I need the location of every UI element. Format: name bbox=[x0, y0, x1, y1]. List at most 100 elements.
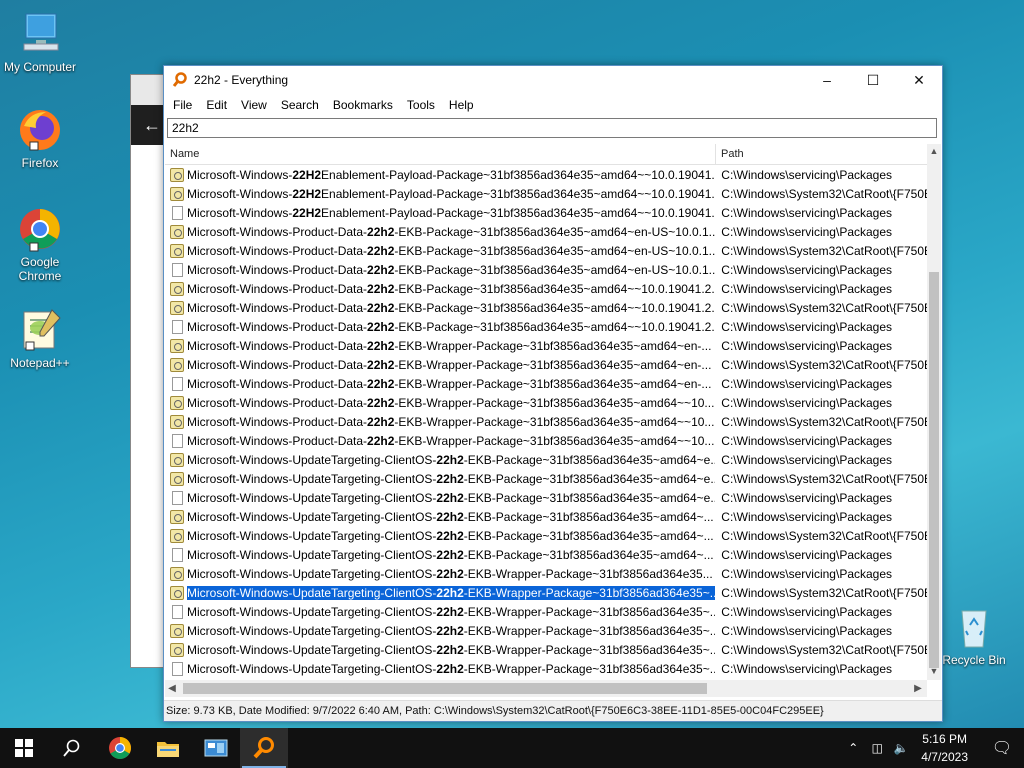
result-row[interactable]: Microsoft-Windows-22H2Enablement-Payload… bbox=[165, 165, 927, 184]
notification-icon[interactable]: 🗨 bbox=[980, 738, 1024, 758]
result-path: C:\Windows\servicing\Packages bbox=[721, 395, 893, 410]
result-row[interactable]: Microsoft-Windows-Product-Data-22h2-EKB-… bbox=[165, 431, 927, 450]
result-row[interactable]: Microsoft-Windows-UpdateTargeting-Client… bbox=[165, 564, 927, 583]
result-row[interactable]: Microsoft-Windows-UpdateTargeting-Client… bbox=[165, 488, 927, 507]
menu-file[interactable]: File bbox=[166, 98, 199, 112]
result-row[interactable]: Microsoft-Windows-Product-Data-22h2-EKB-… bbox=[165, 222, 927, 241]
column-header-name[interactable]: Name bbox=[165, 144, 716, 164]
result-name: Microsoft-Windows-UpdateTargeting-Client… bbox=[187, 624, 715, 638]
result-row[interactable]: Microsoft-Windows-Product-Data-22h2-EKB-… bbox=[165, 298, 927, 317]
result-path: C:\Windows\servicing\Packages bbox=[721, 433, 893, 448]
result-row[interactable]: Microsoft-Windows-Product-Data-22h2-EKB-… bbox=[165, 279, 927, 298]
search-button[interactable] bbox=[48, 728, 96, 768]
result-name-prefix: Microsoft-Windows-Product-Data- bbox=[187, 300, 368, 315]
result-row[interactable]: Microsoft-Windows-Product-Data-22h2-EKB-… bbox=[165, 355, 927, 374]
result-name-suffix: -EKB-Package~31bf3856ad364e35~amd64~... bbox=[463, 547, 714, 562]
result-row[interactable]: Microsoft-Windows-UpdateTargeting-Client… bbox=[165, 450, 927, 469]
result-row[interactable]: Microsoft-Windows-UpdateTargeting-Client… bbox=[165, 507, 927, 526]
package-file-icon bbox=[170, 167, 184, 182]
result-row[interactable]: Microsoft-Windows-UpdateTargeting-Client… bbox=[165, 602, 927, 621]
menu-bookmarks[interactable]: Bookmarks bbox=[326, 98, 400, 112]
desktop-icon-google-chrome[interactable]: Google Chrome bbox=[0, 205, 80, 283]
result-path: C:\Windows\servicing\Packages bbox=[721, 338, 893, 353]
result-row[interactable]: Microsoft-Windows-Product-Data-22h2-EKB-… bbox=[165, 260, 927, 279]
desktop-icon-recycle-bin[interactable]: Recycle Bin bbox=[934, 603, 1014, 667]
result-row[interactable]: Microsoft-Windows-Product-Data-22h2-EKB-… bbox=[165, 336, 927, 355]
scroll-left-arrow-icon[interactable]: ◀ bbox=[165, 680, 179, 697]
minimize-button[interactable]: – bbox=[804, 66, 850, 94]
chevron-up-icon[interactable]: ⌃ bbox=[841, 741, 865, 755]
menu-bar: File Edit View Search Bookmarks Tools He… bbox=[164, 94, 942, 116]
results-list: Name Path Microsoft-Windows-22H2Enableme… bbox=[165, 144, 927, 680]
package-file-icon bbox=[170, 452, 184, 467]
package-file-icon bbox=[170, 281, 184, 296]
status-bar: Size: 9.73 KB, Date Modified: 9/7/2022 6… bbox=[164, 700, 942, 721]
result-row[interactable]: Microsoft-Windows-Product-Data-22h2-EKB-… bbox=[165, 317, 927, 336]
result-name-suffix: Enablement-Payload-Package~31bf3856ad364… bbox=[321, 167, 716, 182]
menu-view[interactable]: View bbox=[234, 98, 274, 112]
result-row[interactable]: Microsoft-Windows-Product-Data-22h2-EKB-… bbox=[165, 393, 927, 412]
column-header-path[interactable]: Path bbox=[716, 144, 744, 164]
result-name-suffix: -EKB-Wrapper-Package~31bf3856ad364e35~..… bbox=[463, 623, 716, 638]
result-path: C:\Windows\System32\CatRoot\{F750E bbox=[721, 186, 927, 201]
taskbar-control-panel[interactable] bbox=[192, 728, 240, 768]
result-row[interactable]: Microsoft-Windows-Product-Data-22h2-EKB-… bbox=[165, 412, 927, 431]
scroll-up-arrow-icon[interactable]: ▲ bbox=[927, 144, 941, 158]
scroll-right-arrow-icon[interactable]: ▶ bbox=[911, 680, 925, 697]
result-path: C:\Windows\servicing\Packages bbox=[721, 566, 893, 581]
result-name-prefix: Microsoft-Windows-Product-Data- bbox=[187, 414, 368, 429]
result-row[interactable]: Microsoft-Windows-UpdateTargeting-Client… bbox=[165, 621, 927, 640]
result-row[interactable]: Microsoft-Windows-Product-Data-22h2-EKB-… bbox=[165, 374, 927, 393]
result-name-suffix: -EKB-Package~31bf3856ad364e35~amd64~~10.… bbox=[394, 319, 716, 334]
result-row[interactable]: Microsoft-Windows-22H2Enablement-Payload… bbox=[165, 203, 927, 222]
desktop-icon-label: Notepad++ bbox=[10, 356, 70, 370]
result-name: Microsoft-Windows-UpdateTargeting-Client… bbox=[187, 510, 715, 524]
desktop-icon-my-computer[interactable]: My Computer bbox=[0, 10, 80, 74]
result-path: C:\Windows\servicing\Packages bbox=[721, 205, 893, 220]
horizontal-scrollbar[interactable]: ◀ ▶ bbox=[165, 680, 927, 697]
search-input[interactable]: 22h2 bbox=[167, 118, 937, 138]
vertical-scroll-thumb[interactable] bbox=[929, 272, 939, 668]
taskbar-everything[interactable] bbox=[240, 728, 288, 768]
menu-edit[interactable]: Edit bbox=[199, 98, 234, 112]
result-row[interactable]: Microsoft-Windows-UpdateTargeting-Client… bbox=[165, 640, 927, 659]
result-name: Microsoft-Windows-22H2Enablement-Payload… bbox=[187, 168, 715, 182]
menu-help[interactable]: Help bbox=[442, 98, 481, 112]
horizontal-scroll-thumb[interactable] bbox=[183, 683, 707, 694]
result-row[interactable]: Microsoft-Windows-UpdateTargeting-Client… bbox=[165, 583, 927, 602]
menu-search[interactable]: Search bbox=[274, 98, 326, 112]
result-path: C:\Windows\System32\CatRoot\{F750E bbox=[721, 357, 927, 372]
results-rows: Microsoft-Windows-22H2Enablement-Payload… bbox=[165, 165, 927, 678]
title-bar: 22h2 - Everything – ☐ ✕ bbox=[164, 66, 942, 94]
result-row[interactable]: Microsoft-Windows-Product-Data-22h2-EKB-… bbox=[165, 241, 927, 260]
network-icon[interactable]: ◫ bbox=[865, 741, 889, 755]
result-name: Microsoft-Windows-Product-Data-22h2-EKB-… bbox=[187, 301, 715, 315]
recycle-bin-icon bbox=[950, 603, 998, 651]
taskbar-chrome[interactable] bbox=[96, 728, 144, 768]
result-name: Microsoft-Windows-UpdateTargeting-Client… bbox=[187, 605, 715, 619]
result-name-suffix: -EKB-Wrapper-Package~31bf3856ad364e35~..… bbox=[463, 661, 716, 676]
result-name-match: 22h2 bbox=[436, 642, 464, 657]
result-row[interactable]: Microsoft-Windows-UpdateTargeting-Client… bbox=[165, 526, 927, 545]
taskbar-file-explorer[interactable] bbox=[144, 728, 192, 768]
result-row[interactable]: Microsoft-Windows-22H2Enablement-Payload… bbox=[165, 184, 927, 203]
close-button[interactable]: ✕ bbox=[896, 66, 942, 94]
vertical-scrollbar[interactable]: ▲ ▼ bbox=[927, 144, 941, 680]
menu-tools[interactable]: Tools bbox=[400, 98, 442, 112]
package-file-icon bbox=[170, 566, 184, 581]
clock[interactable]: 5:16 PM 4/7/2023 bbox=[921, 730, 968, 766]
volume-icon[interactable]: 🔈 bbox=[889, 741, 913, 755]
result-row[interactable]: Microsoft-Windows-UpdateTargeting-Client… bbox=[165, 659, 927, 678]
file-icon bbox=[172, 262, 183, 277]
desktop-icon-notepadpp[interactable]: Notepad++ bbox=[0, 306, 80, 370]
scroll-down-arrow-icon[interactable]: ▼ bbox=[927, 664, 941, 678]
start-button[interactable] bbox=[0, 728, 48, 768]
result-row[interactable]: Microsoft-Windows-UpdateTargeting-Client… bbox=[165, 469, 927, 488]
maximize-button[interactable]: ☐ bbox=[850, 66, 896, 94]
result-name-match: 22h2 bbox=[367, 243, 395, 258]
result-name-match: 22h2 bbox=[367, 357, 395, 372]
desktop-icon-firefox[interactable]: Firefox bbox=[0, 106, 80, 170]
result-name-suffix: -EKB-Package~31bf3856ad364e35~amd64~en-U… bbox=[394, 262, 716, 277]
result-name: Microsoft-Windows-UpdateTargeting-Client… bbox=[187, 491, 715, 505]
result-row[interactable]: Microsoft-Windows-UpdateTargeting-Client… bbox=[165, 545, 927, 564]
